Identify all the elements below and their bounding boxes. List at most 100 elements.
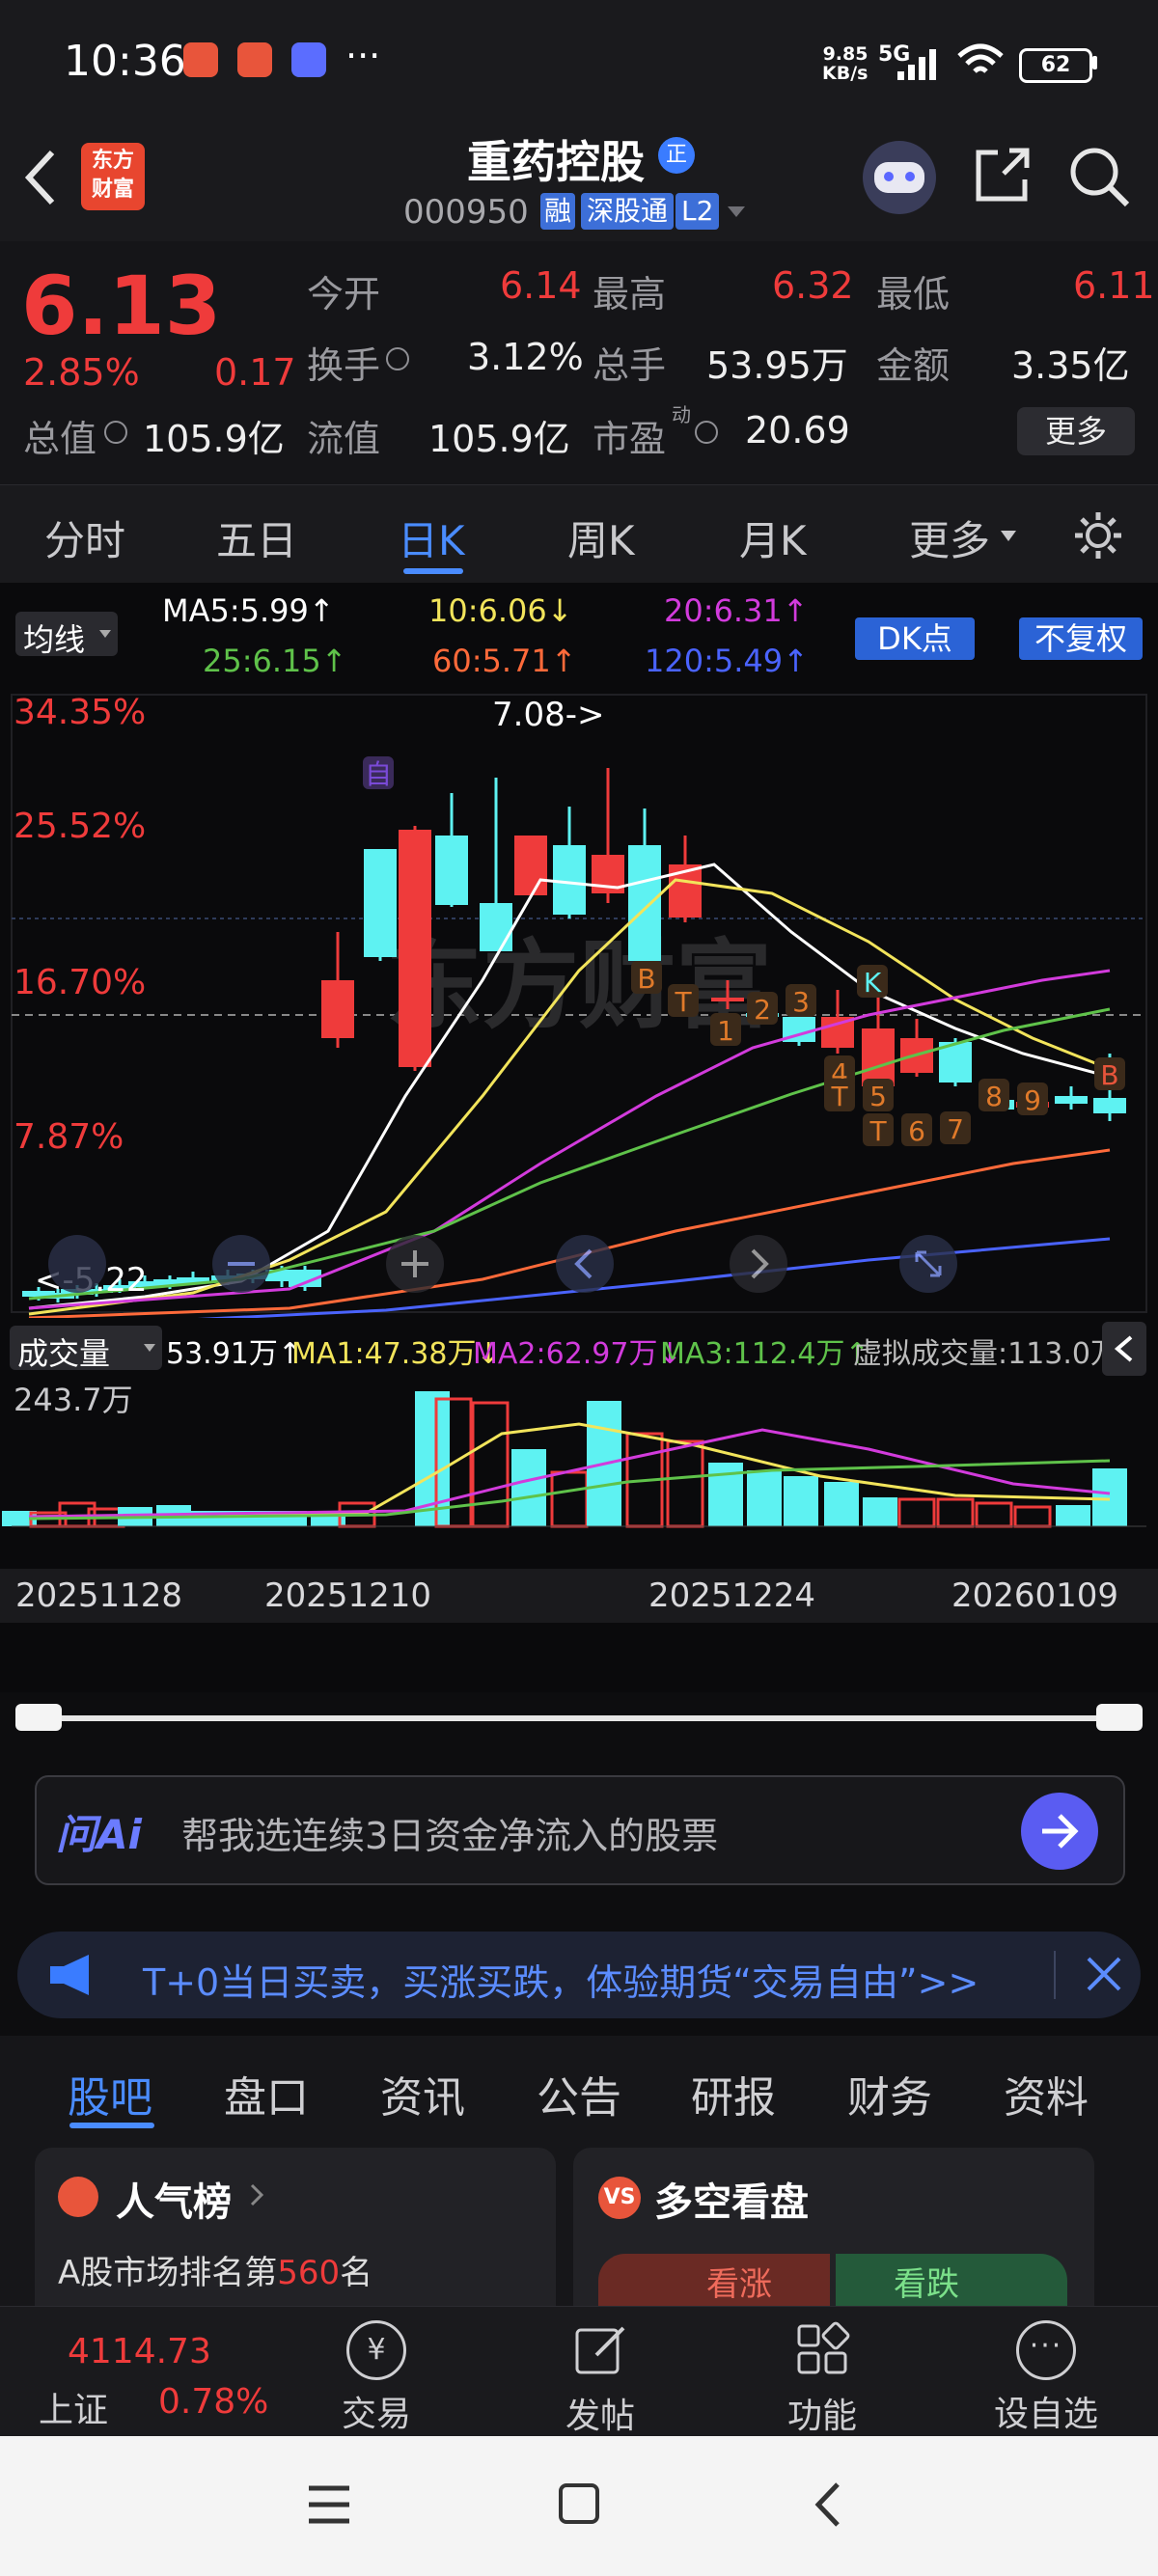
volume-indicator-selector[interactable]: 成交量 [10,1326,162,1372]
volume-value: 53.91万↑ [166,1337,303,1371]
candle [399,830,431,1067]
tab-announcements[interactable]: 公告 [537,2063,621,2124]
range-slider-right-handle[interactable] [1096,1704,1143,1731]
menu-icon[interactable] [307,2484,351,2525]
long-short-card[interactable]: VS 多空看盘 看涨 看跌 [573,2148,1094,2306]
candle [862,1028,895,1086]
float-cap-label: 流值 [307,418,381,460]
system-nav-bar [0,2436,1158,2576]
info-icon[interactable] [386,347,409,370]
tab-research[interactable]: 研报 [691,2063,776,2124]
ask-submit-button[interactable] [1021,1793,1098,1870]
volume-ma1: MA1:47.38万↓ [291,1337,501,1371]
active-tab-indicator [403,568,463,574]
popularity-title: 人气榜 [116,2180,232,2225]
chevron-down-icon[interactable] [726,205,747,220]
tab-five-day[interactable]: 五日 [216,508,297,567]
tab-weekly-k[interactable]: 周K [567,508,635,567]
candle [1093,1098,1126,1113]
tab-profile[interactable]: 资料 [1004,2063,1089,2124]
eastmoney-logo[interactable]: 东方 财富 [81,143,145,210]
open-label: 今开 [307,273,381,315]
bull-button[interactable]: 看涨 [598,2254,830,2306]
tab-financials[interactable]: 财务 [847,2063,932,2124]
scroll-left-icon[interactable] [556,1235,614,1293]
ask-ai-input[interactable]: 帮我选连续3日资金净流入的股票 [181,1806,718,1859]
candle [1055,1096,1088,1104]
upload-notification-icon [291,42,326,77]
date-label: 20260109 [951,1576,1119,1615]
tab-monthly-k[interactable]: 月K [739,508,807,567]
grid-icon [797,2321,850,2374]
date-label: 20251210 [264,1576,432,1615]
kline-chart-area[interactable]: 均线 MA5:5.99↑ 10:6.06↓ 20:6.31↑ 25:6.15↑ … [0,583,1158,1731]
tag-l2[interactable]: L2 [676,193,720,230]
candle [628,845,661,961]
tab-daily-k[interactable]: 日K [398,508,465,567]
features-button[interactable]: 功能 [755,2320,890,2438]
scroll-right-icon[interactable] [730,1235,787,1293]
range-slider-track[interactable] [19,1715,1139,1721]
ma-selector[interactable]: 均线 [15,612,118,658]
chevron-down-icon [144,1344,155,1352]
dk-point-button[interactable]: DK点 [855,617,975,660]
share-icon[interactable] [971,145,1033,206]
promo-banner[interactable]: T+0当日买卖，买涨买跌，体验期货“交易自由”>> [17,1932,1141,2018]
megaphone-icon [50,1955,89,1995]
back-icon[interactable] [813,2480,843,2529]
tab-news[interactable]: 资讯 [380,2063,465,2124]
long-short-title: 多空看盘 [654,2180,809,2225]
tab-guba[interactable]: 股吧 [68,2063,152,2124]
promo-text[interactable]: T+0当日买卖，买涨买跌，体验期货“交易自由”>> [143,1953,979,2006]
trade-mark: 8 [985,1081,1003,1112]
candlestick-chart[interactable]: 东方财富 自BT12 3K4T 5T 6 78 9B 34.35% 25.52% 16.7… [0,691,1158,1318]
chevron-down-icon[interactable] [1000,530,1017,543]
volume-ma2: MA2:62.97万↓ [473,1337,682,1371]
scroll-start-icon[interactable] [48,1235,106,1293]
info-icon[interactable] [104,421,127,444]
home-icon[interactable] [558,2482,600,2525]
wifi-icon [957,43,1004,73]
candle [364,849,397,957]
more-notifications-icon: ··· [345,35,381,77]
ask-ai-logo: 问Ai [56,1811,142,1858]
more-button[interactable]: 更多 [1017,407,1135,455]
tab-more[interactable]: 更多 [909,508,990,567]
nav-bar: 东方 财富 重药控股 正 000950 融 深股通 L2 [0,116,1158,241]
low-label: 最低 [876,273,951,315]
range-slider-left-handle[interactable] [15,1704,62,1731]
volume-bar [824,1482,859,1526]
post-button[interactable]: 发帖 [533,2320,668,2438]
index-ticker[interactable]: 4114.73 上证 0.78% [23,2315,274,2430]
trade-mark: T [868,1115,887,1147]
volume-bar [897,1497,936,1528]
edit-icon [575,2326,625,2374]
stock-name: 重药控股 [467,136,645,188]
add-watchlist-button[interactable]: ··· 设自选 [979,2320,1114,2436]
close-icon[interactable] [1085,1955,1123,1993]
signal-icon [897,49,936,80]
bear-button[interactable]: 看跌 [836,2254,1067,2306]
virtual-volume: 虚拟成交量:113.0万 [853,1337,1119,1371]
popularity-card[interactable]: 人气榜 A股市场排名第560名 [35,2148,556,2306]
collapse-legend-button[interactable] [1102,1322,1146,1376]
search-icon[interactable] [1067,145,1131,208]
volume-bar [747,1470,782,1526]
robot-assistant-icon[interactable] [863,141,936,214]
feature-cards: 人气榜 A股市场排名第560名 VS 多空看盘 看涨 看跌 [0,2142,1158,2306]
ask-ai-box[interactable]: 问Ai 帮我选连续3日资金净流入的股票 [35,1775,1125,1885]
tab-intraday[interactable]: 分时 [44,508,125,567]
volume-bar [666,1439,704,1528]
tab-order-book[interactable]: 盘口 [224,2063,309,2124]
settings-gear-icon[interactable] [1071,508,1125,562]
trade-mark: K [864,967,882,999]
high-value: 6.32 [772,264,854,307]
back-arrow-icon[interactable] [21,147,60,208]
status-bar: 10:36 ··· 9.85 KB/s 5G 62 [0,0,1158,116]
volume-chart[interactable]: 243.7万 [0,1376,1158,1569]
market-cap-value: 105.9亿 [143,418,285,460]
vs-badge: VS [598,2177,641,2219]
trade-button[interactable]: ¥ 交易 [309,2320,444,2436]
no-adjust-button[interactable]: 不复权 [1019,617,1143,660]
info-icon[interactable] [695,421,718,444]
